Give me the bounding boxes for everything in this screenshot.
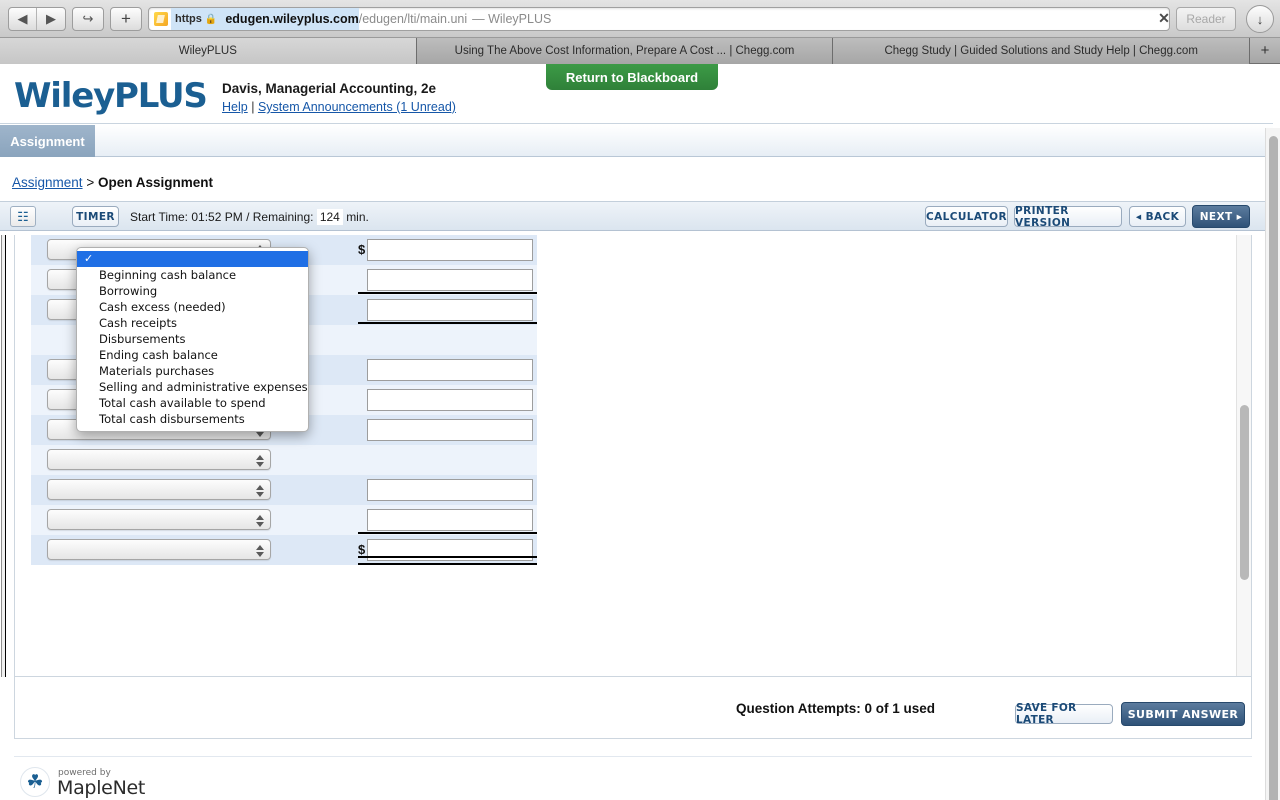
dropdown-option[interactable]: Total cash disbursements (77, 411, 308, 427)
breadcrumb-arrow: > (86, 175, 95, 190)
dropdown-option[interactable]: Beginning cash balance (77, 267, 308, 283)
chevron-updown-icon (255, 453, 264, 468)
link-separator: | (251, 100, 255, 114)
maplenet-branding: ☘ powered by MapleNet (14, 756, 1252, 800)
browser-tab[interactable]: WileyPLUS (0, 38, 417, 64)
attempts-bar: Question Attempts: 0 of 1 used SAVE FOR … (14, 677, 1252, 739)
page-scrollbar[interactable] (1265, 128, 1280, 800)
dropdown-option[interactable]: Disbursements (77, 331, 308, 347)
maple-leaf-icon: ☘ (20, 767, 50, 797)
dropdown-option[interactable]: Cash excess (needed) (77, 299, 308, 315)
dropdown-option[interactable]: Total cash available to spend (77, 395, 308, 411)
back-icon[interactable]: ◀ (9, 8, 38, 30)
chevron-updown-icon (255, 513, 264, 528)
amount-input[interactable] (367, 539, 533, 561)
browser-tab[interactable]: Using The Above Cost Information, Prepar… (416, 38, 834, 64)
account-select[interactable] (47, 449, 271, 470)
reader-button[interactable]: Reader (1176, 7, 1236, 31)
address-bar[interactable]: https 🔒 edugen.wileyplus.com /edugen/lti… (148, 7, 1170, 31)
breadcrumb: Assignment > Open Assignment (12, 175, 213, 190)
account-select-dropdown[interactable]: Beginning cash balanceBorrowingCash exce… (76, 247, 309, 432)
downloads-icon[interactable]: ↓ (1246, 5, 1274, 33)
save-for-later-button[interactable]: SAVE FOR LATER (1015, 702, 1113, 726)
submit-answer-button[interactable]: SUBMIT ANSWER (1121, 702, 1245, 726)
url-path: /edugen/lti/main.uni (358, 12, 468, 26)
calculator-button[interactable]: CALCULATOR (925, 206, 1008, 227)
header-links: Help | System Announcements (1 Unread) (222, 100, 456, 114)
dropdown-option[interactable]: Borrowing (77, 283, 308, 299)
https-badge: https 🔒 (171, 8, 222, 30)
account-select[interactable] (47, 539, 271, 560)
lock-icon: 🔒 (204, 13, 218, 25)
page-scrollbar-thumb[interactable] (1269, 136, 1278, 800)
dropdown-option[interactable]: Cash receipts (77, 315, 308, 331)
amount-input[interactable] (367, 239, 533, 261)
start-time-label: Start Time: (130, 210, 189, 224)
site-favicon-icon (154, 12, 168, 26)
clear-url-icon[interactable]: ✕ (1156, 10, 1172, 26)
amount-input[interactable] (367, 359, 533, 381)
https-label: https (175, 13, 202, 25)
remaining-minutes: 124 (316, 209, 343, 225)
chevron-updown-icon (255, 543, 264, 558)
assignment-toolbar: ☷ TIMER Start Time: 01:52 PM / Remaining… (0, 201, 1273, 231)
account-select[interactable] (47, 509, 271, 530)
budget-form-row: $ (31, 535, 537, 565)
start-time-value: 01:52 PM (191, 210, 243, 224)
inner-scrollbar[interactable] (1236, 235, 1251, 676)
new-tab-icon[interactable]: + (110, 7, 142, 31)
account-select[interactable] (47, 479, 271, 500)
amount-input[interactable] (367, 269, 533, 291)
breadcrumb-assignment-link[interactable]: Assignment (12, 175, 83, 190)
question-attempts-text: Question Attempts: 0 of 1 used (735, 701, 935, 716)
add-tab-icon[interactable]: + (1250, 38, 1280, 63)
chevron-updown-icon (255, 483, 264, 498)
dollar-sign: $ (358, 542, 366, 557)
url-host: edugen.wileyplus.com (221, 8, 359, 30)
timer-button[interactable]: TIMER (72, 206, 119, 227)
browser-tab[interactable]: Chegg Study | Guided Solutions and Study… (833, 38, 1251, 64)
amount-input[interactable] (367, 509, 533, 531)
dollar-sign: $ (358, 242, 366, 257)
return-to-blackboard-button[interactable]: Return to Blackboard (546, 64, 718, 90)
help-link[interactable]: Help (222, 100, 248, 114)
budget-form-row (31, 475, 537, 505)
amount-input[interactable] (367, 479, 533, 501)
maplenet-name: MapleNet (57, 777, 146, 799)
primary-nav-bar: Assignment (0, 125, 1273, 157)
dropdown-option[interactable] (77, 251, 308, 267)
course-title: Davis, Managerial Accounting, 2e (222, 81, 437, 96)
timer-status: Start Time: 01:52 PM / Remaining: 124 mi… (130, 209, 369, 225)
amount-input[interactable] (367, 419, 533, 441)
document-icon[interactable]: ☷ (10, 206, 36, 227)
timer-slash: / (246, 210, 250, 224)
browser-chrome: ◀ ▶ ↪ + https 🔒 edugen.wileyplus.com /ed… (0, 0, 1280, 38)
forward-icon[interactable]: ▶ (37, 8, 65, 30)
share-icon[interactable]: ↪ (72, 7, 104, 31)
budget-form-row (31, 445, 537, 475)
page-content: Return to Blackboard WileyPLUS Davis, Ma… (0, 64, 1280, 800)
dropdown-option[interactable]: Materials purchases (77, 363, 308, 379)
amount-input[interactable] (367, 389, 533, 411)
browser-tab-bar: WileyPLUS Using The Above Cost Informati… (0, 38, 1280, 64)
remaining-label: Remaining: (252, 210, 314, 224)
printer-version-button[interactable]: PRINTER VERSION (1014, 205, 1122, 229)
back-button[interactable]: ◂ BACK (1129, 206, 1186, 227)
frame-left-edge (0, 235, 7, 677)
url-page-title: — WileyPLUS (472, 12, 552, 26)
dropdown-option[interactable]: Ending cash balance (77, 347, 308, 363)
tab-assignment[interactable]: Assignment (0, 125, 95, 157)
wileyplus-logo: WileyPLUS (14, 76, 208, 116)
system-announcements-link[interactable]: System Announcements (1 Unread) (258, 100, 456, 114)
amount-input[interactable] (367, 299, 533, 321)
dropdown-option[interactable]: Selling and administrative expenses (77, 379, 308, 395)
inner-scrollbar-thumb[interactable] (1240, 405, 1249, 580)
next-button[interactable]: NEXT ▸ (1192, 205, 1250, 228)
breadcrumb-current: Open Assignment (97, 175, 213, 190)
nav-buttons-group: ◀ ▶ (8, 7, 66, 31)
remaining-unit: min. (346, 210, 369, 224)
budget-form-row (31, 505, 537, 535)
